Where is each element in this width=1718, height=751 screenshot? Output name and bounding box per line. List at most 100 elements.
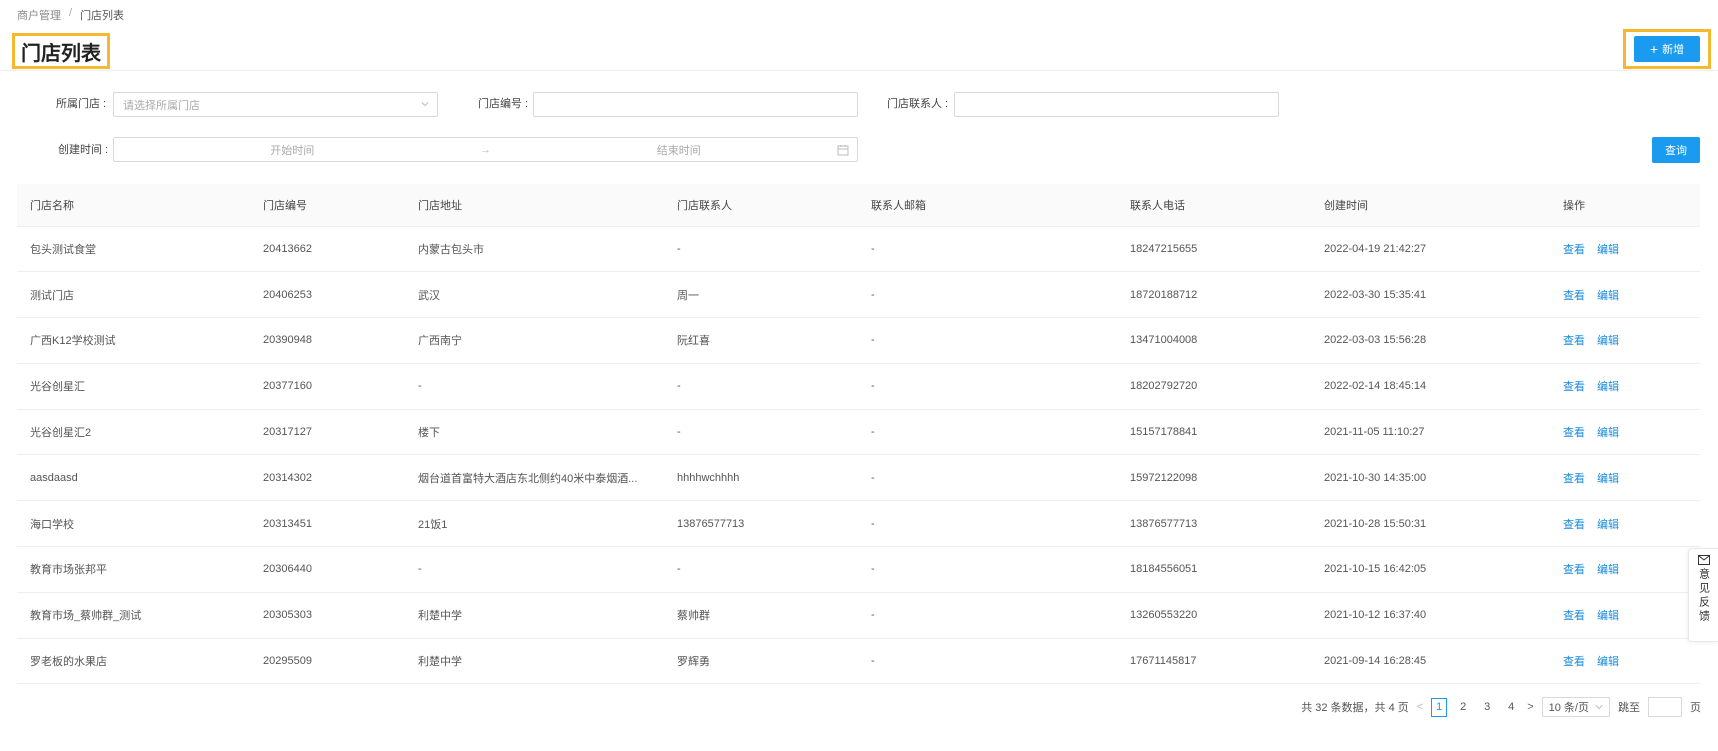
page-3-button[interactable]: 3 — [1479, 701, 1495, 713]
store-address-cell: 广西南宁 — [405, 317, 664, 364]
breadcrumb-current: 门店列表 — [80, 10, 125, 22]
view-link[interactable]: 查看 — [1563, 564, 1585, 576]
edit-link[interactable]: 编辑 — [1597, 610, 1619, 622]
store-no-cell: 20390948 — [250, 317, 405, 364]
store-filter-label: 所属门店 : — [56, 98, 107, 110]
store-no-cell: 20317127 — [250, 409, 405, 456]
store-no-cell: 20313451 — [250, 500, 405, 548]
view-link[interactable]: 查看 — [1563, 427, 1585, 439]
contact-email-cell: - — [858, 226, 1117, 273]
store-name-cell: 包头测试食堂 — [17, 226, 250, 273]
store-name-cell: 海口学校 — [17, 500, 250, 548]
store-contact-cell: 阮红喜 — [664, 317, 858, 364]
edit-link[interactable]: 编辑 — [1597, 656, 1619, 668]
store-no-cell: 20314302 — [250, 454, 405, 502]
store-contact-cell: - — [664, 363, 858, 410]
store-no-input[interactable] — [533, 92, 858, 117]
edit-link[interactable]: 编辑 — [1597, 290, 1619, 302]
pagination: 共 32 条数据，共 4 页 < 1 2 3 4 > 10 条/页 跳至 页 — [1301, 697, 1701, 717]
store-contact-cell: - — [664, 226, 858, 273]
edit-link[interactable]: 编辑 — [1597, 427, 1619, 439]
store-address-cell: 烟台道首富特大酒店东北侧约40米中泰烟酒... — [405, 454, 664, 502]
add-store-button[interactable]: + 新增 — [1634, 36, 1700, 62]
store-no-cell: 20295509 — [250, 638, 405, 685]
store-address-cell: - — [405, 363, 664, 410]
contact-email-cell: - — [858, 546, 1117, 593]
edit-link[interactable]: 编辑 — [1597, 335, 1619, 347]
start-date-placeholder[interactable]: 开始时间 — [114, 142, 471, 158]
column-header: 创建时间 — [1311, 184, 1550, 227]
column-header: 操作 — [1550, 184, 1700, 227]
view-link[interactable]: 查看 — [1563, 610, 1585, 622]
contact-phone-cell: 13471004008 — [1117, 317, 1311, 364]
created-time-cell: 2022-04-19 21:42:27 — [1311, 226, 1550, 273]
edit-link[interactable]: 编辑 — [1597, 519, 1619, 531]
page-title: 门店列表 — [21, 42, 101, 65]
page-title-highlight: 门店列表 — [12, 33, 110, 69]
feedback-tab[interactable]: 意见反馈 — [1688, 548, 1718, 642]
edit-link[interactable]: 编辑 — [1597, 564, 1619, 576]
store-address-cell: 利楚中学 — [405, 592, 664, 639]
breadcrumb-root[interactable]: 商户管理 — [17, 7, 61, 23]
range-arrow-icon: → — [480, 143, 491, 156]
store-name-cell: 教育市场_蔡帅群_测试 — [17, 592, 250, 639]
table-header-row: 门店名称 门店编号 门店地址 门店联系人 联系人邮箱 联系人电话 创建时间 操作 — [17, 184, 1700, 227]
add-button-label: 新增 — [1662, 44, 1685, 56]
query-button[interactable]: 查询 — [1652, 137, 1700, 163]
table-row: 罗老板的水果店 20295509 利楚中学 罗辉勇 - 17671145817 … — [17, 638, 1700, 685]
contact-input[interactable] — [954, 92, 1279, 117]
column-header: 门店名称 — [17, 184, 250, 227]
view-link[interactable]: 查看 — [1563, 290, 1585, 302]
breadcrumb-separator: / — [69, 7, 73, 19]
created-filter-label: 创建时间 : — [58, 144, 109, 156]
table-row: 光谷创星汇 20377160 - - - 18202792720 2022-02… — [17, 363, 1700, 410]
view-link[interactable]: 查看 — [1563, 473, 1585, 485]
view-link[interactable]: 查看 — [1563, 381, 1585, 393]
page-size-select[interactable]: 10 条/页 — [1541, 697, 1610, 717]
actions-cell: 查看 编辑 — [1550, 409, 1700, 456]
edit-link[interactable]: 编辑 — [1597, 473, 1619, 485]
contact-email-cell: - — [858, 592, 1117, 639]
column-header: 门店地址 — [405, 184, 664, 227]
created-date-range[interactable]: 开始时间 → 结束时间 — [113, 137, 858, 162]
contact-phone-cell: 15157178841 — [1117, 409, 1311, 456]
actions-cell: 查看 编辑 — [1550, 363, 1700, 410]
store-name-cell: aasdaasd — [17, 454, 250, 502]
view-link[interactable]: 查看 — [1563, 335, 1585, 347]
actions-cell: 查看 编辑 — [1550, 454, 1700, 502]
breadcrumb: 商户管理 / 门店列表 — [17, 7, 124, 23]
view-link[interactable]: 查看 — [1563, 656, 1585, 668]
table-row: 教育市场_蔡帅群_测试 20305303 利楚中学 蔡帅群 - 13260553… — [17, 592, 1700, 639]
page-4-button[interactable]: 4 — [1503, 701, 1519, 713]
table-row: 教育市场张邦平 20306440 - - - 18184556051 2021-… — [17, 546, 1700, 593]
plus-icon: + — [1649, 41, 1659, 57]
store-no-cell: 20406253 — [250, 271, 405, 319]
store-select[interactable]: 请选择所属门店 — [113, 92, 438, 117]
jump-page-input[interactable] — [1648, 697, 1682, 717]
view-link[interactable]: 查看 — [1563, 244, 1585, 256]
edit-link[interactable]: 编辑 — [1597, 381, 1619, 393]
end-date-placeholder[interactable]: 结束时间 — [501, 142, 858, 158]
mail-icon — [1697, 555, 1710, 565]
contact-email-cell: - — [858, 271, 1117, 319]
column-header: 门店编号 — [250, 184, 405, 227]
page-2-button[interactable]: 2 — [1455, 701, 1471, 713]
table-row: 光谷创星汇2 20317127 楼下 - - 15157178841 2021-… — [17, 409, 1700, 456]
page-1-button[interactable]: 1 — [1431, 697, 1448, 717]
edit-link[interactable]: 编辑 — [1597, 244, 1619, 256]
store-select-placeholder: 请选择所属门店 — [123, 99, 200, 112]
store-name-cell: 光谷创星汇2 — [17, 409, 250, 456]
column-header: 联系人邮箱 — [858, 184, 1117, 227]
store-contact-cell: 13876577713 — [664, 500, 858, 548]
next-page-button[interactable]: > — [1527, 701, 1533, 713]
store-no-filter-label: 门店编号 : — [478, 98, 529, 110]
view-link[interactable]: 查看 — [1563, 519, 1585, 531]
actions-cell: 查看 编辑 — [1550, 271, 1700, 319]
contact-phone-cell: 18720188712 — [1117, 271, 1311, 319]
prev-page-button[interactable]: < — [1417, 701, 1423, 713]
table-row: 海口学校 20313451 21饭1 13876577713 - 1387657… — [17, 500, 1700, 548]
chevron-down-icon — [1595, 705, 1603, 710]
contact-email-cell: - — [858, 500, 1117, 548]
contact-phone-cell: 18184556051 — [1117, 546, 1311, 593]
contact-email-cell: - — [858, 638, 1117, 685]
